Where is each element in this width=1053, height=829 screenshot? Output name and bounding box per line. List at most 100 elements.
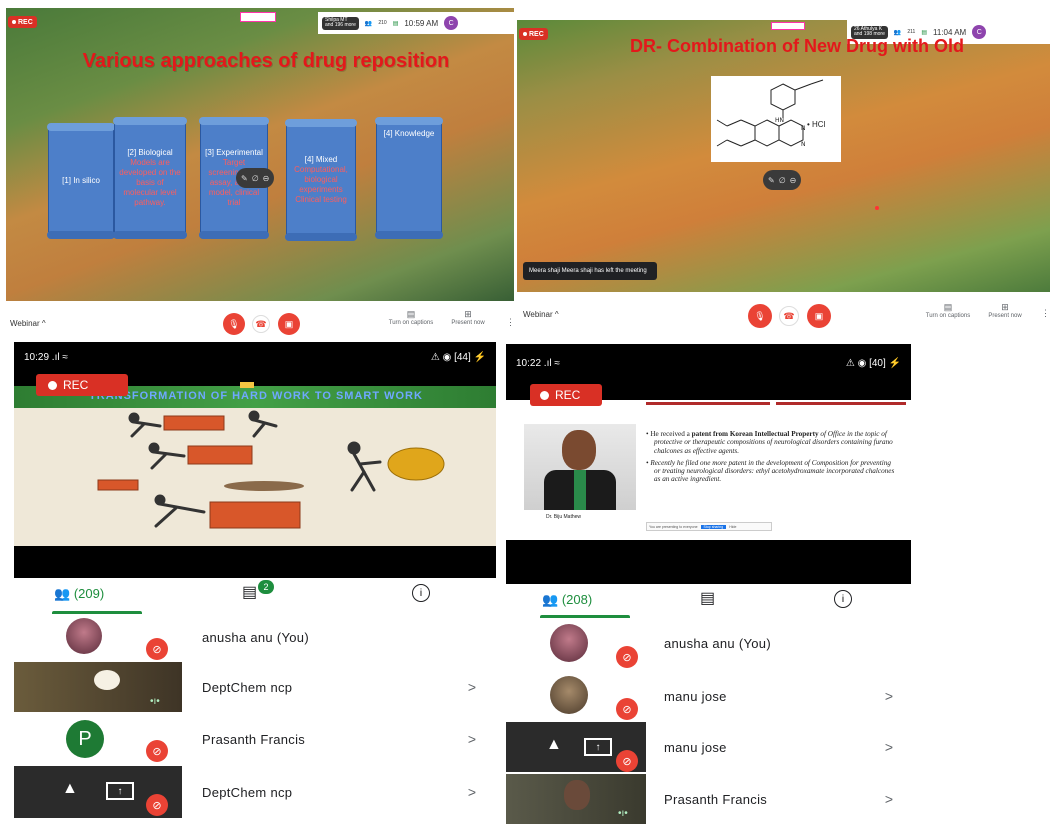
chevron-right-icon[interactable]: > [885,688,893,704]
chevron-right-icon[interactable]: > [468,679,476,695]
participants-list-1: ⊘ anusha anu (You) •ı• DeptChem ncp > P … [14,614,496,820]
mic-off-button[interactable]: 🎙 [223,313,245,335]
people-icon[interactable]: 👥 [365,20,372,27]
participant-row[interactable]: ⊘ anusha anu (You) [14,614,496,660]
chat-icon[interactable]: ▤ [393,20,399,27]
people-icon: 👥 [54,586,71,601]
remove-icon[interactable]: ⊖ [790,176,797,185]
captions-icon: ▤ [943,302,953,312]
slide-image: TRANSFORMATION OF HARD WORK TO SMART WOR… [14,386,496,546]
participant-video: •ı• [506,774,646,824]
presenting-icon: ↑ [584,738,612,756]
tab-people[interactable]: 👥 (209) [54,586,104,602]
participant-row[interactable]: •ı• DeptChem ncp > [14,662,496,712]
participant-video: •ı• [14,662,182,712]
tab-chat[interactable]: ▤ [242,582,257,602]
avatar: P [66,720,104,758]
bio-bullets: • He received a patent from Korean Intel… [646,430,898,484]
chat-icon[interactable]: ▤ [921,29,927,36]
remove-icon[interactable]: ⊖ [263,174,270,183]
mute-icon[interactable]: ∅ [252,174,259,183]
slide-title: DR- Combination of New Drug with Old [630,36,964,56]
presenter-controls: ✎ ∅ ⊖ [236,168,275,188]
participant-tile: ⊘ [506,670,646,722]
tab-people[interactable]: 👥 (208) [542,592,592,608]
status-time: 10:22 .ıl ≈ [516,357,560,369]
tab-chat[interactable]: ▤ [700,588,715,608]
participant-tile: ▲ ↑ ⊘ [14,766,182,818]
more-options-icon[interactable]: ⋮ [506,317,515,328]
presenter-chip[interactable]: Shilpa MT and 196 more [322,16,359,30]
pin-icon[interactable]: ✎ [768,176,775,185]
participant-name: manu jose [664,739,727,755]
mic-off-icon: ⊘ [616,646,638,668]
people-icon[interactable]: 👥 [894,29,901,36]
participant-row[interactable]: ▲ ↑ ⊘ DeptChem ncp > [14,766,496,818]
slide-title: Various approaches of drug reposition [82,50,450,72]
present-button[interactable]: ⊞ Present now [446,309,490,326]
slide-image: Dr. Biju Mathew • He received a patent f… [506,400,911,540]
chevron-right-icon[interactable]: > [468,731,476,747]
mic-off-icon: ⊘ [146,740,168,762]
camera-off-button[interactable]: ▣ [807,304,831,328]
video-face [564,780,590,810]
tabs-bar-2: 👥 (208) ▤ i [506,584,911,618]
clock: 10:59 AM [404,18,439,28]
participant-tile: ▲ ↑ ⊘ [506,722,646,772]
participant-name: anusha anu (You) [202,629,309,645]
webinar-label[interactable]: Webinar ^ [523,310,559,319]
svg-text:N: N [801,125,806,132]
participant-name: Prasanth Francis [664,791,768,807]
leave-call-button[interactable]: ☎ [779,306,799,326]
more-options-icon[interactable]: ⋮ [1041,308,1050,319]
mic-off-button[interactable]: 🎙 [748,304,772,328]
hide-button[interactable]: Hide [729,525,736,529]
scroll-mixed: [4] Mixed Computational, biological expe… [285,119,357,241]
bullet-1: • He received a patent from Korean Intel… [646,430,893,455]
presenting-text: You are presenting to everyone [649,524,698,529]
slide-title: TRANSFORMATION OF HARD WORK TO SMART WOR… [89,390,423,402]
tie [574,470,586,510]
camera-off-button[interactable]: ▣ [278,313,300,335]
pin-icon[interactable]: ✎ [241,174,248,183]
stop-sharing-button[interactable]: Stop sharing [700,524,727,529]
participant-name: DeptChem ncp [202,679,293,695]
captions-button[interactable]: ▤ Turn on captions [386,309,436,326]
captions-button[interactable]: ▤ Turn on captions [921,302,975,319]
scroll-head: [4] Mixed [304,155,338,164]
laser-pointer [875,206,879,210]
rec-badge: REC [36,374,128,396]
hard-work-illustration [97,410,445,529]
present-button[interactable]: ⊞ Present now [983,302,1027,319]
participant-tile: P ⊘ [14,714,182,764]
bullet-2: • Recently he filed one more patent in t… [646,458,895,484]
participant-row[interactable]: ⊘ manu jose > [506,670,911,722]
status-bar: 10:29 .ıl ≈ ⚠ ◉ [44] ⚡ [14,348,496,366]
scroll-head: [2] Biological [127,148,173,157]
scroll-head: [3] Experimental [205,148,263,157]
avatar [550,676,588,714]
meet-window-1: REC Shilpa MT and 196 more 👥 210 ▤ 10:59 … [6,8,514,301]
chevron-right-icon[interactable]: > [885,791,893,807]
participant-row[interactable]: P ⊘ Prasanth Francis > [14,714,496,764]
chevron-right-icon[interactable]: > [468,784,476,800]
you-avatar[interactable]: C [444,16,459,30]
present-icon: ⊞ [464,309,472,319]
phone-video-area-2: 10:22 .ıl ≈ ⚠ ◉ [40] ⚡ Dr. Biju Mathew •… [506,344,911,584]
chevron-right-icon[interactable]: > [885,739,893,755]
tab-info[interactable]: i [412,584,430,602]
mute-icon[interactable]: ∅ [779,176,786,185]
mic-off-icon: ⊘ [146,794,168,816]
mic-off-icon: ⊘ [146,638,168,660]
participant-row[interactable]: •ı• Prasanth Francis > [506,774,911,824]
leave-call-button[interactable]: ☎ [252,315,270,333]
tab-info[interactable]: i [834,590,852,608]
people-icon: 👥 [542,592,559,607]
participants-list-2: ⊘ anusha anu (You) ⊘ manu jose > ▲ ↑ ⊘ m… [506,618,911,826]
webinar-label[interactable]: Webinar ^ [10,319,46,328]
participant-tile: ⊘ [14,614,182,660]
speaker-photo [524,424,636,510]
participant-row[interactable]: ▲ ↑ ⊘ manu jose > [506,722,911,772]
mic-off-icon: ⊘ [616,750,638,772]
participant-row[interactable]: ⊘ anusha anu (You) [506,618,911,668]
